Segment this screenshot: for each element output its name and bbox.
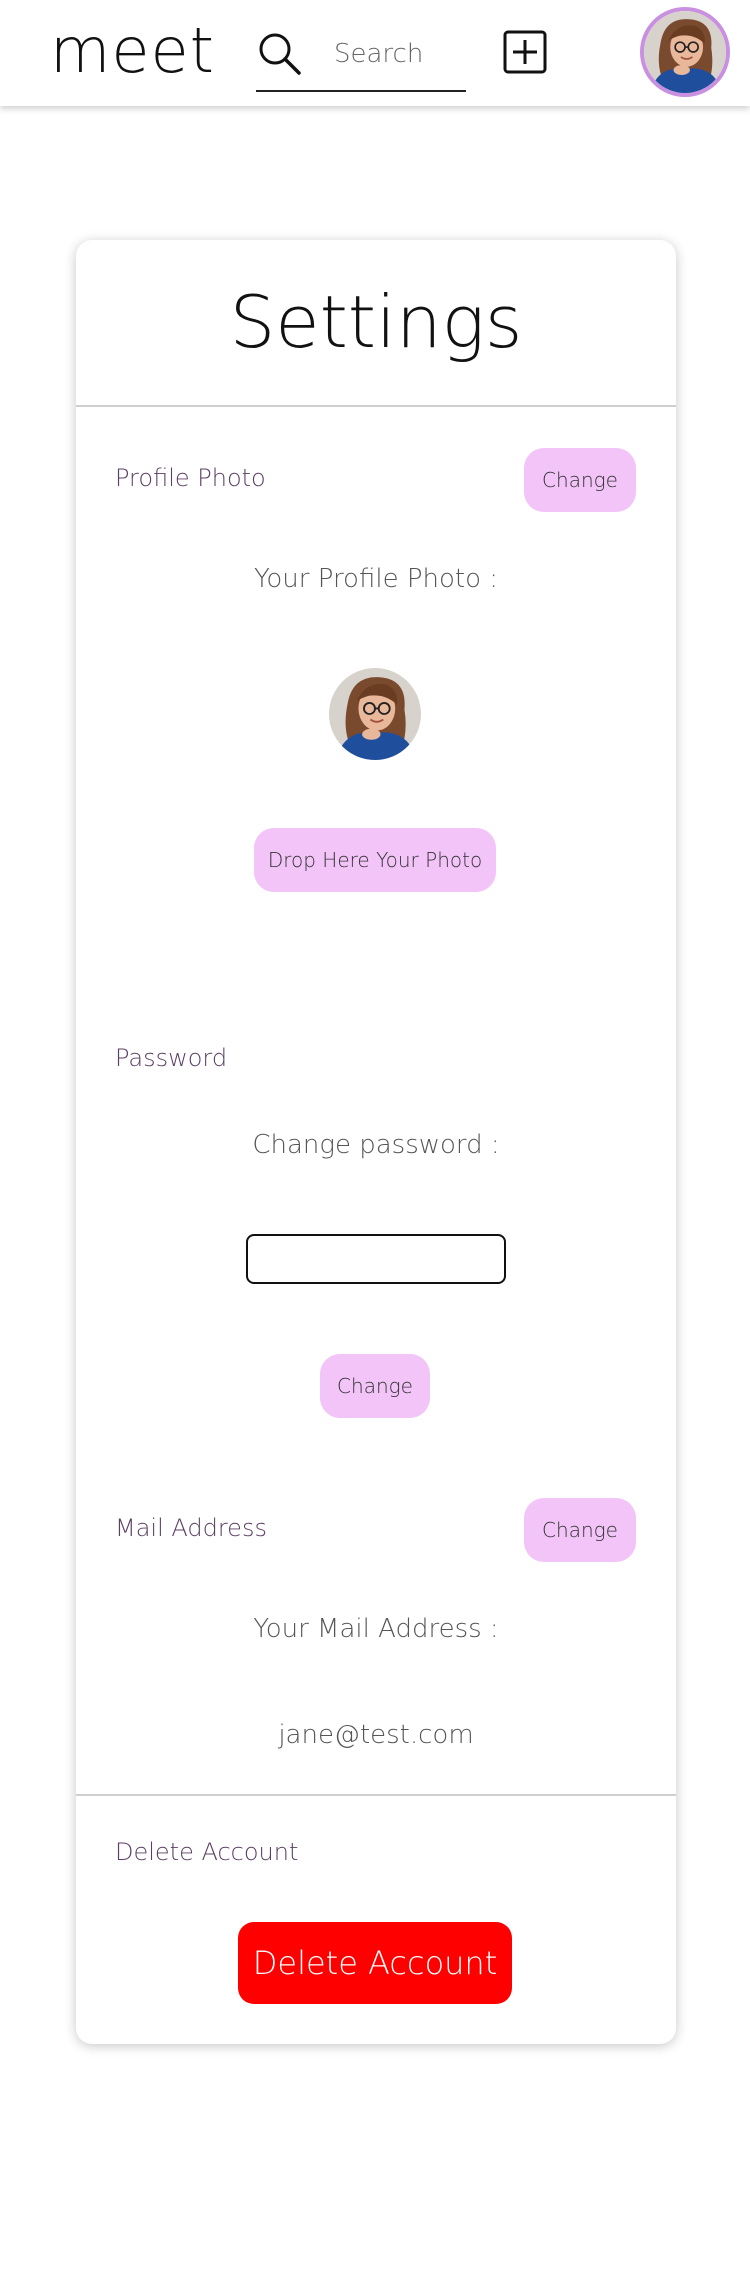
profile-photo-image	[329, 668, 421, 760]
mail-address-caption: Your Mail Address :	[253, 1614, 499, 1644]
search-bar[interactable]	[256, 20, 466, 92]
change-password-caption: Change password :	[252, 1130, 500, 1160]
change-mail-button[interactable]: Change	[524, 1498, 636, 1562]
search-icon[interactable]	[256, 30, 302, 76]
page-title: Settings	[229, 280, 523, 364]
avatar[interactable]	[640, 7, 730, 97]
profile-photo-label: Profile Photo	[115, 464, 266, 492]
profile-photo-caption: Your Profile Photo :	[253, 564, 499, 594]
search-input[interactable]	[334, 34, 464, 74]
mail-address-value: jane@test.com	[278, 1720, 474, 1750]
change-photo-button[interactable]: Change	[524, 448, 636, 512]
top-navbar: meet	[0, 0, 750, 106]
change-password-button[interactable]: Change	[320, 1354, 430, 1418]
profile-photo	[329, 668, 421, 760]
delete-account-label: Delete Account	[115, 1838, 299, 1866]
password-label: Password	[115, 1044, 228, 1072]
password-input[interactable]	[246, 1234, 506, 1284]
mail-address-label: Mail Address	[115, 1514, 267, 1542]
drop-photo-button[interactable]: Drop Here Your Photo	[254, 828, 496, 892]
plus-square-icon[interactable]	[503, 30, 547, 74]
delete-account-button[interactable]: Delete Account	[238, 1922, 512, 2004]
settings-card: Settings Profile Photo Change Your Profi…	[76, 240, 676, 2044]
delete-divider	[76, 1794, 676, 1796]
title-divider	[76, 405, 676, 407]
app-logo[interactable]: meet	[50, 14, 215, 87]
avatar-image	[644, 11, 726, 93]
